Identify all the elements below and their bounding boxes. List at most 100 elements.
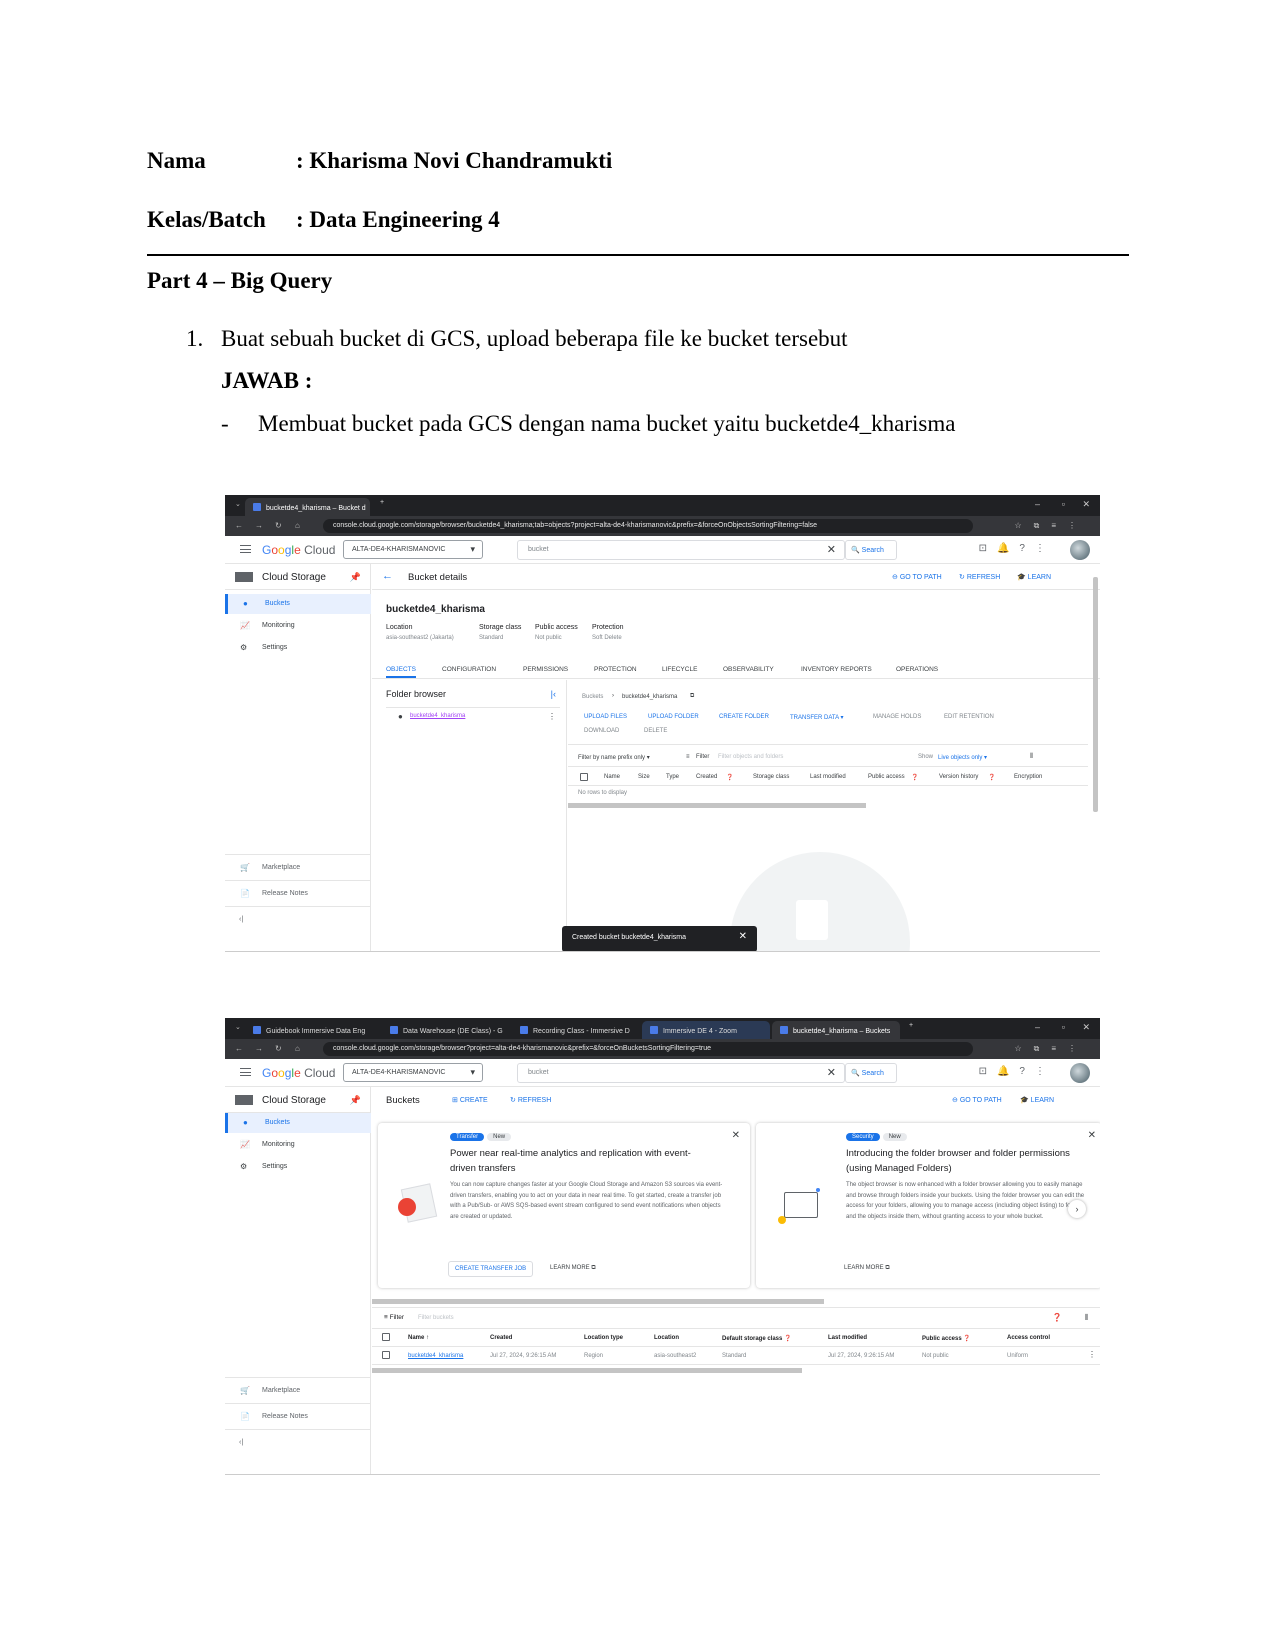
col-header[interactable]: Storage class — [753, 774, 789, 780]
help-icon[interactable]: ❓ — [988, 774, 995, 781]
edit-retention-button[interactable]: EDIT RETENTION — [944, 714, 994, 720]
show-select[interactable]: Live objects only ▾ — [938, 754, 987, 761]
google-cloud-logo[interactable]: Google Cloud — [262, 543, 335, 557]
column-display-icon[interactable]: ⦀ — [1084, 1313, 1088, 1323]
tab-lifecycle[interactable]: LIFECYCLE — [662, 666, 697, 673]
col-header[interactable]: Name ↑ — [408, 1335, 429, 1341]
table-row[interactable]: bucketde4_kharisma Jul 27, 2024, 9:26:15… — [372, 1347, 1100, 1365]
horizontal-scrollbar[interactable] — [372, 1368, 802, 1373]
back-icon[interactable]: ← — [235, 521, 243, 530]
filter-input[interactable]: Filter objects and folders — [718, 754, 783, 760]
browser-toolbar-icons[interactable]: ☆⧉≡⋮ — [1014, 1044, 1088, 1054]
reload-icon[interactable]: ↻ — [275, 521, 282, 530]
back-arrow-icon[interactable]: ← — [382, 570, 393, 582]
reload-icon[interactable]: ↻ — [275, 1044, 282, 1053]
search-input[interactable]: bucket ✕ — [517, 1063, 845, 1083]
horizontal-scrollbar[interactable] — [568, 803, 866, 808]
project-selector[interactable]: ALTA-DE4-KHARISMANOVIC — [343, 1063, 483, 1082]
col-header[interactable]: Access control — [1007, 1335, 1050, 1341]
sidebar-item-buckets[interactable]: ● Buckets — [225, 1113, 371, 1133]
browser-toolbar-icons[interactable]: ☆⧉≡⋮ — [1014, 521, 1088, 531]
pin-icon[interactable]: 📌 — [350, 572, 361, 583]
clear-icon[interactable]: ✕ — [827, 1066, 836, 1079]
tab-observability[interactable]: OBSERVABILITY — [723, 666, 774, 673]
sidebar-item-buckets[interactable]: ● Buckets — [225, 594, 371, 614]
upload-files-button[interactable]: UPLOAD FILES — [584, 714, 627, 720]
home-icon[interactable]: ⌂ — [295, 1044, 300, 1053]
browser-tab[interactable]: Data Warehouse (DE Class) - G — [382, 1021, 510, 1039]
browser-tab[interactable]: bucketde4_kharisma – Bucket d — [245, 498, 370, 516]
google-cloud-logo[interactable]: Google Cloud — [262, 1066, 335, 1080]
select-all-checkbox[interactable] — [580, 773, 588, 781]
select-all-checkbox[interactable] — [382, 1333, 390, 1341]
col-header[interactable]: Location — [654, 1335, 679, 1341]
transfer-data-button[interactable]: TRANSFER DATA ▾ — [790, 714, 843, 721]
avatar[interactable] — [1070, 540, 1090, 560]
close-window-icon[interactable]: ✕ — [1082, 1022, 1090, 1033]
col-header[interactable]: Created — [490, 1335, 512, 1341]
chevron-right-icon[interactable]: › — [1068, 1200, 1086, 1218]
col-header[interactable]: Public access — [868, 774, 905, 780]
clear-icon[interactable]: ✕ — [827, 543, 836, 556]
help-icon[interactable]: ❓ — [726, 774, 733, 781]
sidebar-item-marketplace[interactable]: 🛒 Marketplace — [225, 854, 371, 880]
copy-icon[interactable]: ⧉ — [690, 693, 694, 700]
home-icon[interactable]: ⌂ — [295, 521, 300, 530]
url-field[interactable]: console.cloud.google.com/storage/browser… — [323, 1042, 973, 1056]
header-icons[interactable]: ⊡🔔?⋮ — [979, 1066, 1055, 1077]
sidebar-item-release-notes[interactable]: 📄 Release Notes — [225, 1403, 371, 1429]
tab-list-icon[interactable]: ⌄ — [235, 500, 241, 508]
learn-button[interactable]: 🎓 LEARN — [1017, 573, 1051, 581]
create-transfer-job-button[interactable]: CREATE TRANSFER JOB — [448, 1261, 534, 1277]
col-header[interactable]: Last modified — [828, 1335, 867, 1341]
help-icon[interactable]: ❓ — [1052, 1313, 1062, 1322]
menu-icon[interactable] — [240, 1068, 251, 1076]
more-vert-icon[interactable]: ⋮ — [548, 712, 556, 721]
close-icon[interactable]: ✕ — [739, 931, 747, 942]
go-to-path-button[interactable]: ⊖ GO TO PATH — [952, 1096, 1002, 1104]
col-header[interactable]: Location type — [584, 1335, 623, 1341]
col-header[interactable]: Encryption — [1014, 774, 1042, 780]
project-selector[interactable]: ALTA-DE4-KHARISMANOVIC — [343, 540, 483, 559]
tab-permissions[interactable]: PERMISSIONS — [523, 666, 568, 673]
tab-objects[interactable]: OBJECTS — [386, 666, 416, 678]
vertical-scrollbar[interactable] — [1093, 577, 1098, 812]
filter-button[interactable]: ≡ Filter — [384, 1314, 404, 1321]
url-field[interactable]: console.cloud.google.com/storage/browser… — [323, 519, 973, 533]
minimize-icon[interactable]: – — [1035, 499, 1040, 509]
manage-holds-button[interactable]: MANAGE HOLDS — [873, 714, 921, 720]
collapse-sidebar-icon[interactable]: ‹| — [225, 1429, 371, 1455]
go-to-path-button[interactable]: ⊖ GO TO PATH — [892, 573, 942, 581]
folder-item[interactable]: bucketde4_kharisma — [410, 713, 465, 719]
restore-icon[interactable]: ▫ — [1062, 499, 1065, 509]
close-icon[interactable]: ✕ — [1088, 1130, 1096, 1141]
bucket-link[interactable]: bucketde4_kharisma — [408, 1353, 463, 1359]
pin-icon[interactable]: 📌 — [350, 1095, 361, 1106]
new-tab-icon[interactable]: + — [380, 499, 384, 506]
browser-tab[interactable]: Guidebook Immersive Data Eng — [245, 1021, 380, 1039]
learn-more-link[interactable]: LEARN MORE ⧉ — [550, 1265, 596, 1272]
col-header[interactable]: Created — [696, 774, 717, 780]
sidebar-item-release-notes[interactable]: 📄 Release Notes — [225, 880, 371, 906]
close-window-icon[interactable]: ✕ — [1082, 499, 1090, 510]
row-checkbox[interactable] — [382, 1351, 390, 1359]
column-display-icon[interactable]: ⦀ — [1030, 753, 1033, 761]
back-icon[interactable]: ← — [235, 1044, 243, 1053]
upload-folder-button[interactable]: UPLOAD FOLDER — [648, 714, 699, 720]
menu-icon[interactable] — [240, 545, 251, 553]
col-header[interactable]: Version history — [939, 774, 978, 780]
tab-list-icon[interactable]: ⌄ — [235, 1023, 241, 1031]
browser-tab[interactable]: bucketde4_kharisma – Buckets — [772, 1021, 900, 1039]
tab-inventory-reports[interactable]: INVENTORY REPORTS — [801, 666, 872, 673]
tab-configuration[interactable]: CONFIGURATION — [442, 666, 496, 673]
search-input[interactable]: bucket ✕ — [517, 540, 845, 560]
refresh-button[interactable]: ↻ REFRESH — [510, 1096, 551, 1104]
sidebar-item-marketplace[interactable]: 🛒 Marketplace — [225, 1377, 371, 1403]
search-button[interactable]: 🔍 Search — [845, 540, 897, 560]
filter-prefix-select[interactable]: Filter by name prefix only ▾ — [578, 754, 650, 761]
restore-icon[interactable]: ▫ — [1062, 1022, 1065, 1032]
breadcrumb-root[interactable]: Buckets — [582, 694, 603, 700]
col-header[interactable]: Type — [666, 774, 679, 780]
col-header[interactable]: Name — [604, 774, 620, 780]
collapse-sidebar-icon[interactable]: ‹| — [225, 906, 371, 932]
